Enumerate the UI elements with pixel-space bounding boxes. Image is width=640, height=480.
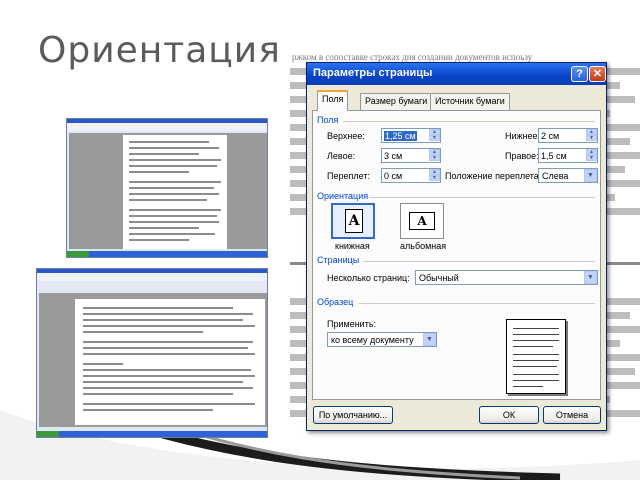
bottom-margin-label: Нижнее: (505, 131, 541, 141)
tab-margins[interactable]: Поля (317, 90, 349, 111)
spin-arrows-icon[interactable]: ▲ ▼ (586, 149, 597, 162)
bottom-margin-value[interactable]: 2 см (541, 131, 559, 141)
pages-section-label: Страницы (317, 255, 360, 265)
top-margin-spinner[interactable]: 1,25 см ▲ ▼ (381, 128, 441, 143)
portrait-document-thumbnail (66, 118, 268, 258)
chevron-down-icon[interactable]: ▼ (584, 169, 597, 182)
dialog-titlebar[interactable]: Параметры страницы ? ✕ (307, 63, 606, 85)
landscape-label: альбомная (400, 241, 447, 251)
right-margin-spinner[interactable]: 1,5 см ▲ ▼ (538, 148, 598, 163)
apply-to-label: Применить: (327, 319, 377, 329)
top-margin-label: Верхнее: (327, 131, 365, 141)
dialog-title: Параметры страницы (313, 67, 433, 79)
left-margin-label: Левое: (327, 151, 356, 161)
top-margin-value[interactable]: 1,25 см (384, 131, 417, 141)
default-button[interactable]: По умолчанию... (313, 406, 393, 424)
spin-arrows-icon[interactable]: ▲ ▼ (586, 129, 597, 142)
gutter-label: Переплет: (327, 171, 370, 181)
left-margin-value[interactable]: 3 см (384, 151, 402, 161)
sample-section-label: Образец (317, 297, 354, 307)
gutter-position-select[interactable]: Слева ▼ (538, 168, 598, 183)
help-button[interactable]: ? (571, 66, 588, 82)
landscape-page-icon: A (409, 212, 435, 230)
chevron-down-icon[interactable]: ▼ (584, 271, 597, 284)
multiple-pages-select[interactable]: Обычный ▼ (415, 270, 598, 285)
page-setup-dialog: Параметры страницы ? ✕ Поля Размер бумаг… (306, 62, 607, 431)
tab-paper-size[interactable]: Размер бумаги (360, 93, 433, 110)
tab-paper-source[interactable]: Источник бумаги (430, 93, 510, 110)
orientation-section-label: Ориентация (317, 191, 369, 201)
gutter-position-value[interactable]: Слева (542, 171, 568, 181)
gutter-value[interactable]: 0 см (384, 171, 402, 181)
apply-to-select[interactable]: ко всему документу ▼ (327, 332, 437, 347)
spin-arrows-icon[interactable]: ▲ ▼ (429, 169, 440, 182)
ok-button[interactable]: ОК (479, 406, 539, 424)
right-margin-value[interactable]: 1,5 см (541, 151, 567, 161)
slide-title: Ориентация (38, 30, 281, 71)
sample-preview-page (506, 319, 566, 394)
multiple-pages-label: Несколько страниц: (327, 273, 410, 283)
cancel-button[interactable]: Отмена (543, 406, 601, 424)
gutter-position-label: Положение переплета: (445, 171, 542, 181)
portrait-label: книжная (335, 241, 370, 251)
close-button[interactable]: ✕ (589, 66, 606, 82)
apply-to-value[interactable]: ко всему документу (331, 335, 414, 345)
chevron-down-icon[interactable]: ▼ (423, 333, 436, 346)
margins-section-label: Поля (317, 115, 339, 125)
landscape-orientation-button[interactable]: A (400, 203, 444, 239)
bottom-margin-spinner[interactable]: 2 см ▲ ▼ (538, 128, 598, 143)
portrait-page-icon: A (345, 209, 363, 233)
background-text-line: ржком в сопоставке строках дня создании … (292, 52, 533, 62)
left-margin-spinner[interactable]: 3 см ▲ ▼ (381, 148, 441, 163)
landscape-document-thumbnail (36, 268, 268, 438)
spin-arrows-icon[interactable]: ▲ ▼ (429, 129, 440, 142)
multiple-pages-value[interactable]: Обычный (419, 273, 459, 283)
portrait-orientation-button[interactable]: A (331, 203, 375, 239)
spin-arrows-icon[interactable]: ▲ ▼ (429, 149, 440, 162)
right-margin-label: Правое: (505, 151, 539, 161)
gutter-spinner[interactable]: 0 см ▲ ▼ (381, 168, 441, 183)
